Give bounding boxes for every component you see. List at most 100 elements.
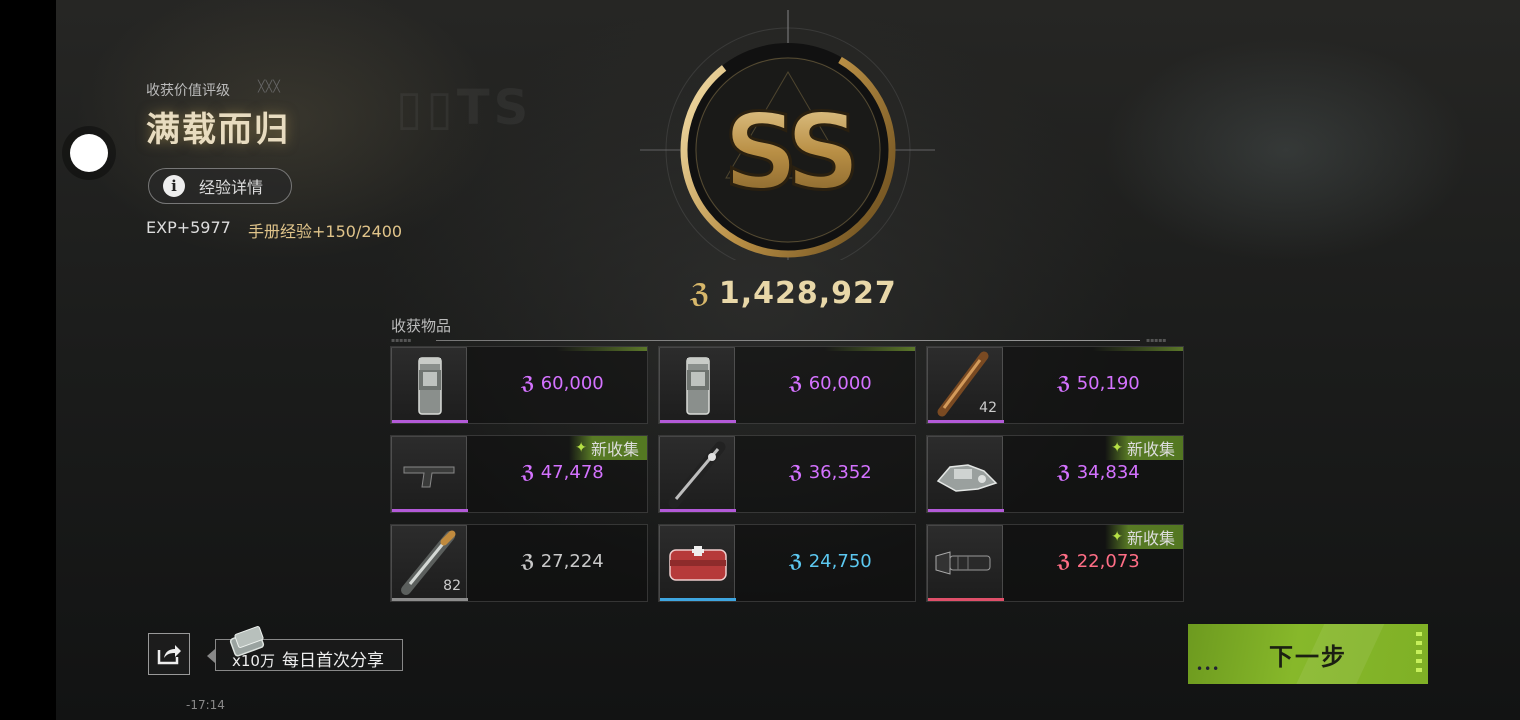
rarity-bar bbox=[392, 420, 468, 423]
next-step-label: 下一步 bbox=[1269, 642, 1347, 671]
flashlight-icon bbox=[928, 551, 1004, 606]
grenade-icon bbox=[392, 357, 468, 428]
item-value-amount: 60,000 bbox=[808, 373, 872, 394]
total-value: ℨ 1,428,927 bbox=[690, 276, 897, 311]
loot-item[interactable]: ℨ 36,352 bbox=[658, 435, 916, 513]
medkit-icon bbox=[660, 546, 736, 606]
loot-item[interactable]: ℨ 22,073 ✦ 新收集 bbox=[926, 524, 1184, 602]
coin-icon: ℨ bbox=[1057, 462, 1071, 483]
item-thumbnail: 42 bbox=[927, 347, 1004, 423]
item-value: ℨ 60,000 bbox=[521, 373, 604, 394]
new-collection-label: 新收集 bbox=[1126, 440, 1175, 459]
sparkle-icon: ✦ bbox=[575, 440, 587, 456]
item-value-amount: 47,478 bbox=[540, 462, 604, 483]
loot-line-decoration-left: ▪▪▪▪▪ bbox=[391, 337, 412, 344]
scrap-parts-icon bbox=[928, 464, 1004, 517]
rarity-bar bbox=[660, 598, 736, 601]
item-value-amount: 27,224 bbox=[540, 551, 604, 572]
item-thumbnail bbox=[927, 436, 1004, 512]
rating-decoration: ╳╳╳ bbox=[258, 80, 281, 93]
item-value: ℨ 22,073 bbox=[1057, 551, 1140, 572]
exp-detail-button[interactable]: i 经验详情 bbox=[148, 168, 292, 204]
item-thumbnail bbox=[391, 347, 468, 423]
rarity-bar bbox=[660, 509, 736, 512]
item-value: ℨ 27,224 bbox=[521, 551, 604, 572]
row-accent bbox=[557, 347, 647, 351]
share-multiplier: x10万 bbox=[232, 652, 275, 670]
loot-item[interactable]: 42 ℨ 50,190 bbox=[926, 346, 1184, 424]
button-bars bbox=[1416, 632, 1422, 676]
grade-emblem: SS bbox=[640, 10, 935, 260]
loot-grid: ℨ 60,000 ℨ 60,000 42 ℨ 50,190 ℨ 47,478 ✦ 新收集 ℨ 36,35… bbox=[390, 346, 1184, 602]
rarity-bar bbox=[392, 509, 468, 512]
new-collection-badge: ✦ 新收集 bbox=[1105, 525, 1183, 549]
share-text: 每日首次分享 bbox=[282, 651, 384, 671]
timestamp: -17:14 bbox=[186, 698, 225, 712]
item-value: ℨ 47,478 bbox=[521, 462, 604, 483]
info-icon: i bbox=[163, 175, 185, 197]
loot-item[interactable]: ℨ 24,750 bbox=[658, 524, 916, 602]
item-quantity: 42 bbox=[979, 400, 997, 416]
background-decoration: ▯▯TS bbox=[396, 80, 533, 136]
item-value-amount: 34,834 bbox=[1076, 462, 1140, 483]
coin-icon: ℨ bbox=[789, 462, 803, 483]
loot-label: 收获物品 bbox=[391, 317, 452, 335]
floating-menu-button[interactable] bbox=[70, 134, 108, 172]
new-collection-badge: ✦ 新收集 bbox=[569, 436, 647, 460]
share-icon bbox=[157, 645, 181, 665]
loot-item[interactable]: ℨ 34,834 ✦ 新收集 bbox=[926, 435, 1184, 513]
new-collection-label: 新收集 bbox=[1126, 529, 1175, 548]
loot-item[interactable]: 82 ℨ 27,224 bbox=[390, 524, 648, 602]
injector-icon bbox=[660, 441, 736, 517]
left-letterbox bbox=[0, 0, 56, 720]
new-collection-badge: ✦ 新收集 bbox=[1105, 436, 1183, 460]
manual-exp: 手册经验+150/2400 bbox=[248, 222, 403, 241]
item-value-amount: 60,000 bbox=[540, 373, 604, 394]
coin-icon: ℨ bbox=[690, 278, 711, 309]
item-thumbnail bbox=[927, 525, 1004, 601]
rarity-bar bbox=[928, 509, 1004, 512]
loot-item[interactable]: ℨ 60,000 bbox=[390, 346, 648, 424]
share-button[interactable] bbox=[148, 633, 190, 675]
loot-item[interactable]: ℨ 60,000 bbox=[658, 346, 916, 424]
coin-icon: ℨ bbox=[789, 551, 803, 572]
new-collection-label: 新收集 bbox=[590, 440, 639, 459]
item-value: ℨ 36,352 bbox=[789, 462, 872, 483]
item-value: ℨ 34,834 bbox=[1057, 462, 1140, 483]
row-accent bbox=[825, 347, 915, 351]
item-thumbnail bbox=[659, 347, 736, 423]
item-value: ℨ 50,190 bbox=[1057, 373, 1140, 394]
sparkle-icon: ✦ bbox=[1111, 529, 1123, 545]
loot-line-decoration-right: ▪▪▪▪▪ bbox=[1146, 337, 1167, 344]
item-value-amount: 50,190 bbox=[1076, 373, 1140, 394]
item-thumbnail: 82 bbox=[391, 525, 468, 601]
next-step-button[interactable]: 下一步 ••• bbox=[1188, 624, 1428, 684]
rating-label: 收获价值评级 bbox=[146, 83, 230, 99]
rarity-bar bbox=[392, 598, 468, 601]
rating-title: 满载而归 bbox=[146, 110, 290, 150]
coin-icon: ℨ bbox=[789, 373, 803, 394]
item-value-amount: 24,750 bbox=[808, 551, 872, 572]
coin-icon: ℨ bbox=[521, 551, 535, 572]
item-thumbnail bbox=[659, 525, 736, 601]
button-dots: ••• bbox=[1196, 662, 1221, 676]
coin-icon: ℨ bbox=[1057, 551, 1071, 572]
coin-icon: ℨ bbox=[521, 373, 535, 394]
item-thumbnail bbox=[391, 436, 468, 512]
sparkle-icon: ✦ bbox=[1111, 440, 1123, 456]
share-reward-tip[interactable]: x10万 每日首次分享 bbox=[207, 626, 403, 671]
item-value: ℨ 24,750 bbox=[789, 551, 872, 572]
row-accent bbox=[1093, 347, 1183, 351]
grenade-icon bbox=[660, 357, 736, 428]
loot-item[interactable]: ℨ 47,478 ✦ 新收集 bbox=[390, 435, 648, 513]
coin-icon: ℨ bbox=[1057, 373, 1071, 394]
item-value-amount: 36,352 bbox=[808, 462, 872, 483]
coin-icon: ℨ bbox=[521, 462, 535, 483]
exp-gain: EXP+5977 bbox=[146, 218, 231, 237]
loot-divider bbox=[436, 340, 1140, 341]
item-thumbnail bbox=[659, 436, 736, 512]
rarity-bar bbox=[928, 598, 1004, 601]
exp-detail-label: 经验详情 bbox=[199, 178, 264, 197]
rarity-bar bbox=[928, 420, 1004, 423]
stock-icon bbox=[392, 466, 468, 517]
